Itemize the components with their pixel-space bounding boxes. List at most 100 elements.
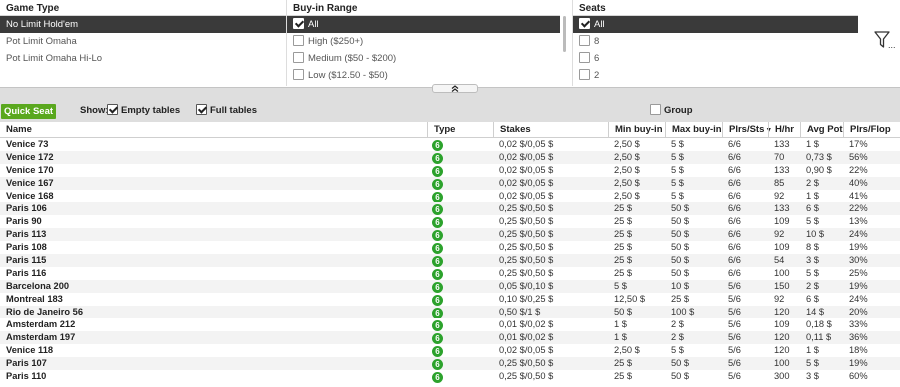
- seats-checkbox[interactable]: [579, 18, 590, 29]
- column-header-name[interactable]: Name: [0, 122, 427, 138]
- cell-max-buy-in: 5 $: [671, 164, 684, 175]
- column-header-avg-pot[interactable]: Avg Pot: [800, 122, 843, 138]
- cell-type: 6: [427, 344, 493, 358]
- column-header-min-buy-in[interactable]: Min buy-in: [608, 122, 665, 138]
- game-type-option-label: Pot Limit Omaha: [6, 36, 77, 47]
- table-row[interactable]: Venice 118 6 0,02 $/0,05 $ 2,50 $ 5 $ 5/6 120 1…: [0, 344, 900, 358]
- column-header-max-buy-in[interactable]: Max buy-in: [665, 122, 722, 138]
- empty-tables-checkbox[interactable]: [107, 104, 118, 115]
- buy-in-checkbox[interactable]: [293, 69, 304, 80]
- cell-players-seats: 6/6: [728, 255, 741, 266]
- cell-players-seats: 6/6: [728, 151, 741, 162]
- cell-stakes: 0,02 $/0,05 $: [499, 139, 554, 149]
- game-type-option[interactable]: Pot Limit Omaha: [0, 33, 286, 50]
- table-row[interactable]: Barcelona 200 6 0,05 $/0,10 $ 5 $ 10 $ 5/6 150…: [0, 279, 900, 293]
- seats-option[interactable]: 8: [573, 33, 858, 50]
- buy-in-option[interactable]: Low ($12.50 - $50): [287, 67, 560, 84]
- cell-type: 6: [427, 357, 493, 371]
- group-checkbox[interactable]: [650, 104, 661, 115]
- seats-list: All 8 6 2: [573, 16, 858, 84]
- seats-checkbox[interactable]: [579, 35, 590, 46]
- column-header-stakes[interactable]: Stakes: [493, 122, 608, 138]
- buy-in-checkbox[interactable]: [293, 35, 304, 46]
- cell-type: 6: [427, 280, 493, 293]
- cell-players-flop: 24%: [849, 229, 868, 240]
- six-max-badge-icon: 6: [432, 281, 443, 293]
- seats-option-label: All: [594, 19, 605, 30]
- cell-min-buy-in: 2,50 $: [614, 139, 640, 149]
- buy-in-option-label: Low ($12.50 - $50): [308, 70, 388, 81]
- cell-max-buy-in: 50 $: [671, 242, 690, 253]
- cell-type: 6: [427, 228, 493, 242]
- empty-tables-toggle[interactable]: Empty tables: [107, 104, 180, 116]
- cell-players-flop: 60%: [849, 371, 868, 382]
- seats-option-label: 6: [594, 53, 600, 64]
- table-row[interactable]: Paris 108 6 0,25 $/0,50 $ 25 $ 50 $ 6/6 109 8 $…: [0, 241, 900, 255]
- cell-players-flop: 19%: [849, 280, 868, 291]
- seats-checkbox[interactable]: [579, 52, 590, 63]
- group-toggle[interactable]: Group: [650, 104, 693, 116]
- table-row[interactable]: Paris 106 6 0,25 $/0,50 $ 25 $ 50 $ 6/6 133 6 $…: [0, 202, 900, 216]
- cell-min-buy-in: 50 $: [614, 306, 633, 317]
- full-tables-checkbox[interactable]: [196, 104, 207, 115]
- table-row[interactable]: Montreal 183 6 0,10 $/0,25 $ 12,50 $ 25 $ 5/6…: [0, 293, 900, 306]
- seats-option[interactable]: All: [573, 16, 858, 33]
- column-header-hands-per-hour[interactable]: H/hr: [768, 122, 800, 138]
- table-row[interactable]: Venice 172 6 0,02 $/0,05 $ 2,50 $ 5 $ 6/6 70 0,…: [0, 150, 900, 164]
- table-row[interactable]: Amsterdam 212 6 0,01 $/0,02 $ 1 $ 2 $ 5/6 109 0…: [0, 318, 900, 332]
- column-header-players-seats[interactable]: Plrs/Sts▼: [722, 122, 772, 138]
- cell-max-buy-in: 5 $: [671, 190, 684, 201]
- buy-in-scrollbar[interactable]: [561, 6, 569, 52]
- cell-max-buy-in: 2 $: [671, 319, 684, 330]
- table-row[interactable]: Amsterdam 197 6 0,01 $/0,02 $ 1 $ 2 $ 5/6 120 0…: [0, 331, 900, 345]
- buy-in-option[interactable]: Medium ($50 - $200): [287, 50, 560, 67]
- table-row[interactable]: Venice 168 6 0,02 $/0,05 $ 2,50 $ 5 $ 6/6 92 1 …: [0, 190, 900, 203]
- cell-max-buy-in: 50 $: [671, 267, 690, 278]
- cell-type: 6: [427, 151, 493, 164]
- seats-option[interactable]: 6: [573, 50, 858, 67]
- cell-players-seats: 5/6: [728, 332, 741, 343]
- table-row[interactable]: Paris 107 6 0,25 $/0,50 $ 25 $ 50 $ 5/6 100 5 $…: [0, 357, 900, 371]
- cell-name: Paris 108: [6, 242, 47, 253]
- table-row[interactable]: Paris 90 6 0,25 $/0,50 $ 25 $ 50 $ 6/6 109 5 $ 1…: [0, 215, 900, 229]
- table-row[interactable]: Rio de Janeiro 56 6 0,50 $/1 $ 50 $ 100 $ 5/6…: [0, 305, 900, 319]
- cell-max-buy-in: 100 $: [671, 306, 695, 317]
- cell-stakes: 0,01 $/0,02 $: [499, 319, 554, 330]
- scrollbar-thumb[interactable]: [563, 16, 566, 52]
- column-header-type[interactable]: Type: [427, 122, 493, 138]
- buy-in-checkbox[interactable]: [293, 18, 304, 29]
- cell-players-seats: 6/6: [728, 229, 741, 240]
- full-tables-toggle[interactable]: Full tables: [196, 104, 257, 116]
- cell-min-buy-in: 2,50 $: [614, 177, 640, 188]
- cell-players-flop: 36%: [849, 332, 868, 343]
- buy-in-option[interactable]: High ($250+): [287, 33, 560, 50]
- game-type-option[interactable]: Pot Limit Omaha Hi-Lo: [0, 50, 286, 67]
- table-row[interactable]: Venice 73 6 0,02 $/0,05 $ 2,50 $ 5 $ 6/6 133 1 …: [0, 138, 900, 151]
- cell-max-buy-in: 50 $: [671, 358, 690, 369]
- table-row[interactable]: Venice 167 6 0,02 $/0,05 $ 2,50 $ 5 $ 6/6 85 2 …: [0, 176, 900, 190]
- seats-option[interactable]: 2: [573, 67, 858, 84]
- table-row[interactable]: Paris 113 6 0,25 $/0,50 $ 25 $ 50 $ 6/6 92 10 $…: [0, 228, 900, 242]
- seats-checkbox[interactable]: [579, 69, 590, 80]
- quick-seat-button[interactable]: Quick Seat: [1, 104, 56, 119]
- cell-avg-pot: 1 $: [806, 190, 819, 201]
- cell-stakes: 0,25 $/0,50 $: [499, 371, 554, 382]
- table-row[interactable]: Venice 170 6 0,02 $/0,05 $ 2,50 $ 5 $ 6/6 133 0…: [0, 164, 900, 177]
- buy-in-option[interactable]: All: [287, 16, 560, 33]
- tables-list: Name Type Stakes Min buy-in Max buy-in Plrs/S…: [0, 122, 900, 387]
- cell-avg-pot: 5 $: [806, 216, 819, 227]
- collapse-filters-button[interactable]: [432, 84, 478, 93]
- cell-stakes: 0,25 $/0,50 $: [499, 267, 554, 278]
- table-row[interactable]: Paris 116 6 0,25 $/0,50 $ 25 $ 50 $ 6/6 100 5 $…: [0, 267, 900, 280]
- cell-hands-per-hour: 109: [774, 216, 790, 227]
- filter-icon[interactable]: ...: [874, 31, 898, 50]
- buy-in-checkbox[interactable]: [293, 52, 304, 63]
- game-type-option[interactable]: No Limit Hold'em: [0, 16, 286, 33]
- game-type-option-label: Pot Limit Omaha Hi-Lo: [6, 53, 103, 64]
- cell-players-seats: 6/6: [728, 242, 741, 253]
- column-header-players-flop[interactable]: Plrs/Flop: [843, 122, 900, 138]
- cell-players-flop: 56%: [849, 151, 868, 162]
- table-row[interactable]: Paris 115 6 0,25 $/0,50 $ 25 $ 50 $ 6/6 54 3 $ 3…: [0, 254, 900, 267]
- cell-stakes: 0,01 $/0,02 $: [499, 332, 554, 343]
- table-row[interactable]: Paris 110 6 0,25 $/0,50 $ 25 $ 50 $ 5/6 300 3 $…: [0, 370, 900, 383]
